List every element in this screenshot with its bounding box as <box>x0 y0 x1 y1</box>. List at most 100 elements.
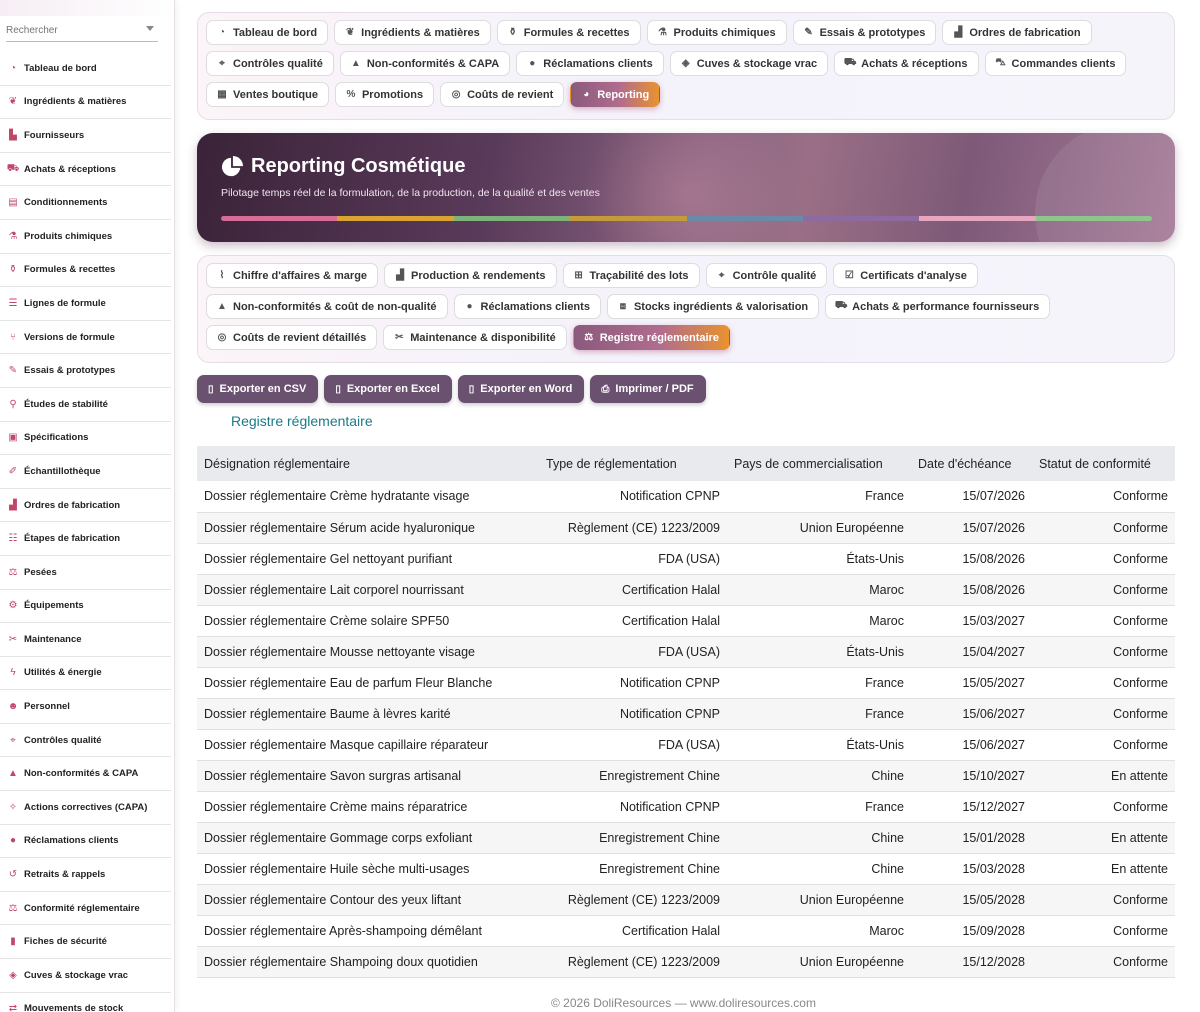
sidebar-item-echantillotheque[interactable]: ✐ Échantillothèque <box>0 455 171 489</box>
table-row[interactable]: Dossier réglementaire Crème hydratante v… <box>197 481 1175 512</box>
report-tab-tracabilite-des-lots[interactable]: ⊞ Traçabilité des lots <box>562 263 700 288</box>
exporter-en-word-button[interactable]: ▯ Exporter en Word <box>457 375 585 403</box>
column-header[interactable]: Désignation réglementaire <box>197 446 539 481</box>
tab-achats-receptions[interactable]: ⛟ Achats & réceptions <box>834 51 979 76</box>
table-row[interactable]: Dossier réglementaire Savon surgras arti… <box>197 760 1175 791</box>
sidebar-item-controles-qualite[interactable]: ⌖ Contrôles qualité <box>0 724 171 758</box>
report-tab-registre-reglementaire[interactable]: ⚖ Registre réglementaire <box>572 325 730 350</box>
table-row[interactable]: Dossier réglementaire Baume à lèvres kar… <box>197 698 1175 729</box>
table-row[interactable]: Dossier réglementaire Shampoing doux quo… <box>197 946 1175 977</box>
sidebar-item-ordres-de-fabrication[interactable]: ▟ Ordres de fabrication <box>0 489 171 523</box>
report-tab-couts-de-revient-detailles[interactable]: ◎ Coûts de revient détaillés <box>206 325 378 350</box>
tab-non-conformites-capa[interactable]: ▲ Non-conformités & CAPA <box>339 51 511 76</box>
table-row[interactable]: Dossier réglementaire Masque capillaire … <box>197 729 1175 760</box>
report-tab-achats-performance-fournisseurs[interactable]: ⛟ Achats & performance fournisseurs <box>825 294 1051 319</box>
sidebar-item-etudes-de-stabilite[interactable]: ⚲ Études de stabilité <box>0 388 171 422</box>
search-input[interactable] <box>6 25 136 36</box>
color-bar-segment <box>337 216 454 221</box>
table-row[interactable]: Dossier réglementaire Crème mains répara… <box>197 791 1175 822</box>
gauge-icon: ◔ <box>218 27 226 38</box>
sidebar-item-non-conformites-capa[interactable]: ▲ Non-conformités & CAPA <box>0 757 171 792</box>
table-cell: 15/12/2027 <box>962 799 1025 814</box>
sidebar-item-conditionnements[interactable]: ▤ Conditionnements <box>0 186 171 220</box>
tab-ventes-boutique[interactable]: ▦ Ventes boutique <box>206 82 329 107</box>
comment-icon: ● <box>466 301 473 312</box>
tab-formules-recettes[interactable]: ⚱ Formules & recettes <box>496 20 641 45</box>
bolt-icon: ϟ <box>10 667 16 679</box>
imprimer-pdf-button[interactable]: ⎙ Imprimer / PDF <box>590 375 706 403</box>
sidebar-item-fiches-de-securite[interactable]: ▮ Fiches de sécurité <box>0 925 171 960</box>
sidebar-item-essais-prototypes[interactable]: ✎ Essais & prototypes <box>0 354 171 388</box>
sidebar-item-retraits-rappels[interactable]: ↺ Retraits & rappels <box>0 858 171 892</box>
column-header[interactable]: Type de réglementation <box>539 446 727 481</box>
report-tab-reclamations-clients[interactable]: ● Réclamations clients <box>453 294 601 319</box>
table-row[interactable]: Dossier réglementaire Mousse nettoyante … <box>197 636 1175 667</box>
tab-label: Coûts de revient détaillés <box>233 331 367 344</box>
table-cell: 15/08/2026 <box>962 551 1025 566</box>
report-tab-production-rendements[interactable]: ▟ Production & rendements <box>384 263 557 288</box>
tab-tableau-de-bord[interactable]: ◔ Tableau de bord <box>206 20 329 45</box>
sidebar-item-mouvements-de-stock[interactable]: ⇄ Mouvements de stock <box>0 993 171 1012</box>
report-tab-controle-qualite[interactable]: ⌖ Contrôle qualité <box>705 263 828 288</box>
table-row[interactable]: Dossier réglementaire Sérum acide hyalur… <box>197 512 1175 543</box>
sidebar-item-cuves-stockage-vrac[interactable]: ◈ Cuves & stockage vrac <box>0 959 171 993</box>
column-header[interactable]: Statut de conformité <box>1032 446 1175 481</box>
sidebar-item-maintenance[interactable]: ✂ Maintenance <box>0 623 171 657</box>
table-cell: En attente <box>1111 861 1168 876</box>
sidebar-item-fournisseurs[interactable]: ▙ Fournisseurs <box>0 119 171 153</box>
chevron-down-icon[interactable] <box>146 26 154 31</box>
tab-essais-prototypes[interactable]: ✎ Essais & prototypes <box>792 20 937 45</box>
sidebar-item-conformite-reglementaire[interactable]: ⚖ Conformité réglementaire <box>0 892 171 926</box>
exporter-en-csv-button[interactable]: ▯ Exporter en CSV <box>197 375 319 403</box>
sidebar-item-personnel[interactable]: ☻ Personnel <box>0 690 171 724</box>
table-row[interactable]: Dossier réglementaire Après-shampoing dé… <box>197 915 1175 946</box>
tab-reporting[interactable]: ◕ Reporting <box>570 82 661 107</box>
sidebar-item-utilites-energie[interactable]: ϟ Utilités & énergie <box>0 657 171 691</box>
table-row[interactable]: Dossier réglementaire Contour des yeux l… <box>197 884 1175 915</box>
sidebar-item-tableau-de-bord[interactable]: ◔ Tableau de bord <box>0 52 171 86</box>
table-cell: Certification Halal <box>622 923 720 938</box>
sidebar-item-pesees[interactable]: ⚖ Pesées <box>0 556 171 590</box>
sidebar-item-specifications[interactable]: ▣ Spécifications <box>0 422 171 456</box>
sidebar-item-reclamations-clients[interactable]: ● Réclamations clients <box>0 825 171 859</box>
sidebar-item-produits-chimiques[interactable]: ⚗ Produits chimiques <box>0 220 171 254</box>
report-tab-maintenance-disponibilite[interactable]: ✂ Maintenance & disponibilité <box>383 325 567 350</box>
tab-label: Maintenance & disponibilité <box>410 331 556 344</box>
tab-produits-chimiques[interactable]: ⚗ Produits chimiques <box>646 20 787 45</box>
report-tab-certificats-d-analyse[interactable]: ☑ Certificats d'analyse <box>833 263 978 288</box>
table-row[interactable]: Dossier réglementaire Eau de parfum Fleu… <box>197 667 1175 698</box>
column-header[interactable]: Date d'échéance <box>911 446 1032 481</box>
tab-ordres-de-fabrication[interactable]: ▟ Ordres de fabrication <box>942 20 1092 45</box>
sidebar-item-versions-de-formule[interactable]: ⑂ Versions de formule <box>0 321 171 355</box>
column-header[interactable]: Pays de commercialisation <box>727 446 911 481</box>
report-tab-stocks-ingredients-valorisation[interactable]: ⧈ Stocks ingrédients & valorisation <box>606 294 820 319</box>
sidebar-item-equipements[interactable]: ⚙ Équipements <box>0 590 171 624</box>
beaker-icon: ⚱ <box>8 264 18 276</box>
sidebar-item-label: Essais & prototypes <box>24 365 116 377</box>
table-row[interactable]: Dossier réglementaire Lait corporel nour… <box>197 574 1175 605</box>
table-row[interactable]: Dossier réglementaire Huile sèche multi-… <box>197 853 1175 884</box>
table-row[interactable]: Dossier réglementaire Crème solaire SPF5… <box>197 605 1175 636</box>
tab-reclamations-clients[interactable]: ● Réclamations clients <box>516 51 664 76</box>
table-cell: États-Unis <box>846 644 904 659</box>
report-tab-non-conformites-cout-de-non-qualite[interactable]: ▲ Non-conformités & coût de non-qualité <box>206 294 448 319</box>
sidebar-item-achats-receptions[interactable]: ⛟ Achats & réceptions <box>0 153 171 187</box>
table-row[interactable]: Dossier réglementaire Gel nettoyant puri… <box>197 543 1175 574</box>
tab-cuves-stockage-vrac[interactable]: ◈ Cuves & stockage vrac <box>669 51 829 76</box>
tab-controles-qualite[interactable]: ⌖ Contrôles qualité <box>206 51 334 76</box>
tab-couts-de-revient[interactable]: ◎ Coûts de revient <box>440 82 565 107</box>
sidebar-item-lignes-de-formule[interactable]: ☰ Lignes de formule <box>0 287 171 321</box>
tab-commandes-clients[interactable]: ⛍ Commandes clients <box>984 51 1127 76</box>
table-cell: Certification Halal <box>622 613 720 628</box>
sidebar-item-etapes-de-fabrication[interactable]: ☷ Étapes de fabrication <box>0 522 171 556</box>
flask-icon: ⚗ <box>8 230 18 242</box>
tab-promotions[interactable]: % Promotions <box>334 82 435 107</box>
sidebar-item-actions-correctives-capa[interactable]: ✧ Actions correctives (CAPA) <box>0 791 171 825</box>
report-tab-chiffre-d-affaires-marge[interactable]: ⌇ Chiffre d'affaires & marge <box>206 263 379 288</box>
table-row[interactable]: Dossier réglementaire Gommage corps exfo… <box>197 822 1175 853</box>
tab-ingredients-matieres[interactable]: ❦ Ingrédients & matières <box>334 20 491 45</box>
exporter-en-excel-button[interactable]: ▯ Exporter en Excel <box>324 375 452 403</box>
sidebar-item-ingredients-matieres[interactable]: ❦ Ingrédients & matières <box>0 86 171 120</box>
sidebar-item-formules-recettes[interactable]: ⚱ Formules & recettes <box>0 254 171 288</box>
search-box[interactable] <box>6 20 158 42</box>
